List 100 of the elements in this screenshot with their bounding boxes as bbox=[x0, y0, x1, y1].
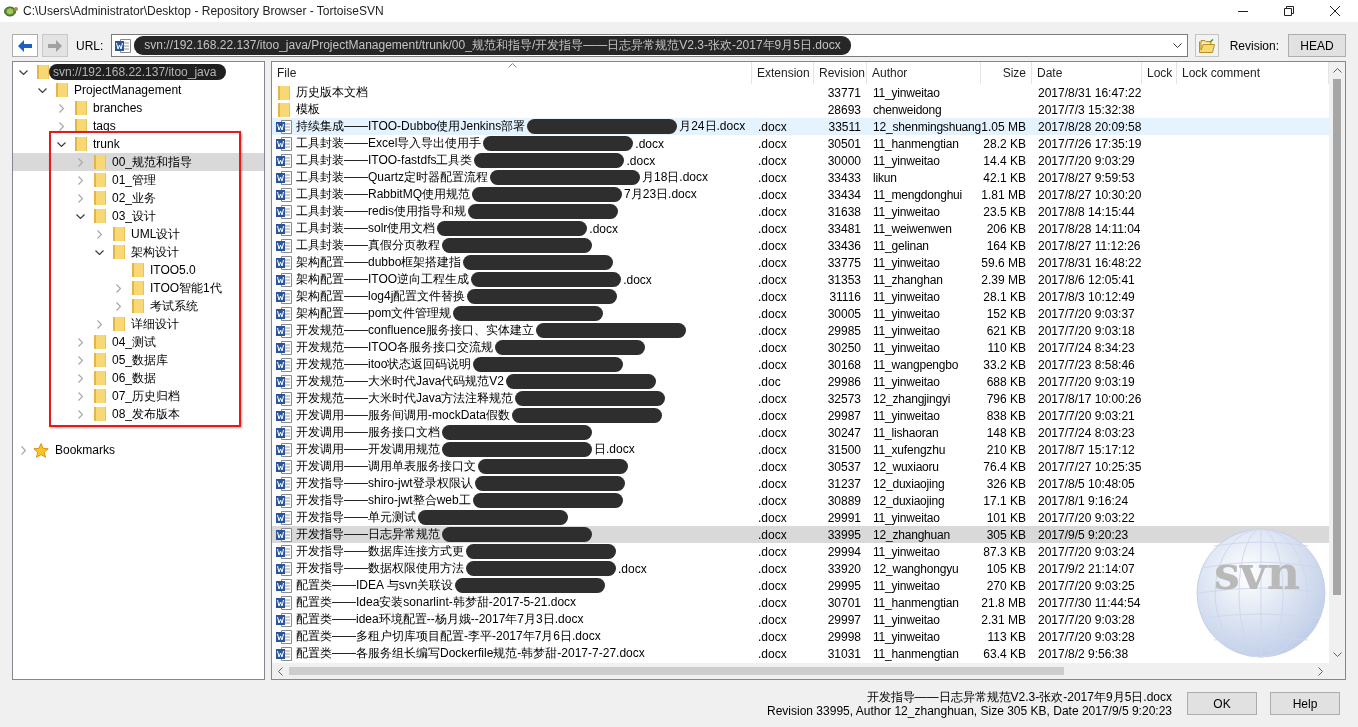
tree-item[interactable]: trunk bbox=[13, 135, 264, 153]
tree-item[interactable]: 00_规范和指导 bbox=[13, 153, 264, 171]
file-row[interactable]: 开发规范——confluence服务接口、实体建立 .docx 29985 11_yinweitao 621 KB 2017/7/20 9:03:18 bbox=[272, 322, 1329, 339]
tree-item[interactable]: 05_数据库 bbox=[13, 351, 264, 369]
file-row[interactable]: 开发调用——服务间调用-mockData假数 .docx 29987 11_yinweitao 838 KB 2017/7/20 9:03:21 bbox=[272, 407, 1329, 424]
file-row[interactable]: 配置类——idea环境配置--杨月娥--2017年7月3日.docx .docx 29997 11_yinweitao 2.31 MB 2017/7/20 9:03:28 bbox=[272, 611, 1329, 628]
chevron-right-icon[interactable] bbox=[77, 157, 83, 167]
tree-item[interactable]: ITOO5.0 bbox=[13, 261, 264, 279]
revision-button[interactable]: HEAD bbox=[1288, 34, 1346, 57]
chevron-right-icon[interactable] bbox=[77, 409, 83, 419]
tree-item[interactable]: ProjectManagement bbox=[13, 81, 264, 99]
vertical-scrollbar[interactable] bbox=[1329, 62, 1345, 663]
chevron-right-icon[interactable] bbox=[77, 391, 83, 401]
dialog-button[interactable]: Help bbox=[1270, 692, 1340, 715]
tree-item[interactable]: 架构设计 bbox=[13, 243, 264, 261]
file-row[interactable]: 架构配置——pom文件管理规 .docx 30005 11_yinweitao 152 KB 2017/7/20 9:03:37 bbox=[272, 305, 1329, 322]
file-row[interactable]: 配置类——各服务组长编写Dockerfile规范-韩梦甜-2017-7-27.docx .docx 31031 11_hanmengtian 63.4 KB 2017/8/2 9:56:38 bbox=[272, 645, 1329, 662]
file-row[interactable]: 开发规范——大米时代Java方法注释规范 .docx 32573 12_zhangjingyi 796 KB 2017/8/17 10:00:26 bbox=[272, 390, 1329, 407]
scrollbar-thumb[interactable] bbox=[1333, 79, 1341, 595]
file-name: .docx bbox=[635, 136, 665, 151]
tree-item[interactable]: 04_测试 bbox=[13, 333, 264, 351]
file-row[interactable]: 架构配置——dubbo框架搭建指 .docx 33775 11_yinweitao 59.6 MB 2017/8/31 16:48:22 bbox=[272, 254, 1329, 271]
file-row[interactable]: 持续集成——ITOO-Dubbo使用Jenkins部署 月24日.docx .docx 33511 12_shenmingshuang1.05 MB 2017/8/28 20:09:58 bbox=[272, 118, 1329, 135]
column-header[interactable]: Revision bbox=[814, 62, 867, 84]
tree-item[interactable]: 考试系统 bbox=[13, 297, 264, 315]
scroll-down-icon[interactable] bbox=[1332, 652, 1342, 657]
chevron-right-icon[interactable] bbox=[77, 193, 83, 203]
tree-item[interactable]: 06_数据 bbox=[13, 369, 264, 387]
chevron-right-icon[interactable] bbox=[77, 175, 83, 185]
chevron-right-icon[interactable] bbox=[77, 337, 83, 347]
column-header[interactable]: Extension bbox=[752, 62, 814, 84]
file-row[interactable]: 历史版本文档 33771 11_yinweitao 2017/8/31 16:47:22 bbox=[272, 84, 1329, 101]
date-cell: 2017/7/20 9:03:28 bbox=[1038, 629, 1135, 644]
file-row[interactable]: 架构配置——log4j配置文件替换 .docx 31116 11_yinweitao 28.1 KB 2017/8/3 10:12:49 bbox=[272, 288, 1329, 305]
date-cell: 2017/8/17 10:00:26 bbox=[1038, 391, 1142, 406]
chevron-down-icon[interactable] bbox=[56, 141, 66, 147]
chevron-right-icon[interactable] bbox=[58, 103, 64, 113]
file-row[interactable]: 开发指导——shiro-jwt整合web工 .docx 30889 12_duxiaojing 17.1 KB 2017/8/1 9:16:24 bbox=[272, 492, 1329, 509]
file-row[interactable]: 工具封装——ITOO-fastdfs工具类 .docx .docx 30000 11_yinweitao 14.4 KB 2017/7/20 9:03:29 bbox=[272, 152, 1329, 169]
tree-item[interactable]: UML设计 bbox=[13, 225, 264, 243]
chevron-right-icon[interactable] bbox=[77, 373, 83, 383]
file-row[interactable]: 配置类——Idea安装sonarlint-韩梦甜-2017-5-21.docx .docx 30701 11_hanmengtian 21.8 MB 2017/7/30 11:44:54 bbox=[272, 594, 1329, 611]
column-header[interactable]: File bbox=[272, 62, 752, 84]
scroll-right-icon[interactable] bbox=[1318, 666, 1323, 676]
size-cell: 87.3 KB bbox=[983, 544, 1026, 559]
tree-item[interactable]: 07_历史归档 bbox=[13, 387, 264, 405]
chevron-right-icon[interactable] bbox=[96, 229, 102, 239]
file-row[interactable]: 开发调用——调用单表服务接口文 .docx 30537 12_wuxiaoru 76.4 KB 2017/7/27 10:25:35 bbox=[272, 458, 1329, 475]
scroll-up-icon[interactable] bbox=[1332, 68, 1342, 73]
chevron-right-icon[interactable] bbox=[77, 355, 83, 365]
tree-item[interactable]: 详细设计 bbox=[13, 315, 264, 333]
back-button[interactable] bbox=[12, 34, 38, 57]
dropdown-caret-icon[interactable] bbox=[1172, 43, 1182, 48]
folder-button[interactable] bbox=[1194, 34, 1219, 57]
file-row[interactable]: 工具封装——redis使用指导和规 .docx 31638 11_yinweitao 23.5 KB 2017/8/8 14:15:44 bbox=[272, 203, 1329, 220]
file-row[interactable]: 模板 28693 chenweidong 2017/7/3 15:32:38 bbox=[272, 101, 1329, 118]
horizontal-scrollbar[interactable] bbox=[272, 663, 1329, 679]
tree-item[interactable]: 02_业务 bbox=[13, 189, 264, 207]
chevron-down-icon[interactable] bbox=[94, 249, 104, 255]
file-row[interactable]: 开发规范——itoo状态返回码说明 .docx 30168 11_wangpengbo 33.2 KB 2017/7/23 8:58:46 bbox=[272, 356, 1329, 373]
file-name: 开发调用——服务接口文档 bbox=[296, 424, 440, 441]
column-header[interactable]: Size bbox=[981, 62, 1032, 84]
file-row[interactable]: 开发调用——开发调用规范 日.docx .docx 31500 11_xufengzhu 210 KB 2017/8/7 15:17:12 bbox=[272, 441, 1329, 458]
url-field[interactable]: svn://192.168.22.137/itoo_java/ProjectManagement/trunk/00_规范和指导/开发指导——日志异常规范V2.3-张欢-2017年9月5日.docx bbox=[111, 34, 1188, 57]
status-text: 开发指导——日志异常规范V2.3-张欢-2017年9月5日.docx bbox=[866, 689, 1172, 704]
chevron-right-icon[interactable] bbox=[96, 319, 102, 329]
chevron-right-icon[interactable] bbox=[58, 121, 64, 131]
date-cell: 2017/8/5 10:48:05 bbox=[1038, 476, 1135, 491]
file-row[interactable]: 架构配置——ITOO逆向工程生成 .docx .docx 31353 11_zhanghan 2.39 MB 2017/8/6 12:05:41 bbox=[272, 271, 1329, 288]
file-row[interactable]: 开发指导——shiro-jwt登录权限认 .docx 31237 12_duxiaojing 326 KB 2017/8/5 10:48:05 bbox=[272, 475, 1329, 492]
chevron-down-icon[interactable] bbox=[75, 213, 85, 219]
tree-item[interactable]: 01_管理 bbox=[13, 171, 264, 189]
file-row[interactable]: 开发调用——服务接口文档 .docx 30247 11_lishaoran 148 KB 2017/7/24 8:03:23 bbox=[272, 424, 1329, 441]
column-header[interactable]: Author bbox=[867, 62, 981, 84]
tree-item[interactable]: Bookmarks bbox=[13, 441, 264, 459]
chevron-right-icon[interactable] bbox=[115, 301, 121, 311]
file-row[interactable]: 工具封装——Excel导入导出使用手 .docx .docx 30501 11_hanmengtian 28.2 KB 2017/7/26 17:35:19 bbox=[272, 135, 1329, 152]
chevron-right-icon[interactable] bbox=[20, 445, 26, 455]
chevron-down-icon[interactable] bbox=[37, 87, 47, 93]
tree-item[interactable]: branches bbox=[13, 99, 264, 117]
dialog-button[interactable]: OK bbox=[1187, 692, 1257, 715]
column-header[interactable]: Lock bbox=[1142, 62, 1177, 84]
file-row[interactable]: 工具封装——Quartz定时器配置流程 月18日.docx .docx 33433 likun 42.1 KB 2017/8/27 9:59:53 bbox=[272, 169, 1329, 186]
tree-item[interactable]: ITOO智能1代 bbox=[13, 279, 264, 297]
file-row[interactable]: 开发规范——ITOO各服务接口交流规 .docx 30250 11_yinweitao 110 KB 2017/7/24 8:34:23 bbox=[272, 339, 1329, 356]
file-row[interactable]: 工具封装——solr使用文档 .docx .docx 33481 11_weiwenwen 206 KB 2017/8/28 14:11:04 bbox=[272, 220, 1329, 237]
file-row[interactable]: 开发规范——大米时代Java代码规范V2 .doc 29986 11_yinweitao 688 KB 2017/7/20 9:03:19 bbox=[272, 373, 1329, 390]
file-row[interactable]: 工具封装——真假分页教程 .docx 33436 11_gelinan 164 KB 2017/8/27 11:12:26 bbox=[272, 237, 1329, 254]
tree-item[interactable]: 08_发布版本 bbox=[13, 405, 264, 423]
scrollbar-thumb[interactable] bbox=[289, 667, 1064, 675]
tree-item[interactable]: 03_设计 bbox=[13, 207, 264, 225]
file-row[interactable]: 开发指导——日志异常规范 .docx 33995 12_zhanghuan 305 KB 2017/9/5 9:20:23 bbox=[272, 526, 1329, 543]
column-header[interactable]: Date bbox=[1032, 62, 1142, 84]
scroll-left-icon[interactable] bbox=[278, 666, 283, 676]
chevron-right-icon[interactable] bbox=[115, 283, 121, 293]
file-row[interactable]: 开发指导——单元测试 .docx 29991 11_yinweitao 101 KB 2017/7/20 9:03:22 bbox=[272, 509, 1329, 526]
author-cell: 11_yinweitao bbox=[873, 306, 940, 321]
chevron-down-icon[interactable] bbox=[18, 69, 28, 75]
file-row[interactable]: 配置类——多租户切库项目配置-李平-2017年7月6日.docx .docx 29998 11_yinweitao 113 KB 2017/7/20 9:03:28 bbox=[272, 628, 1329, 645]
file-row[interactable]: 工具封装——RabbitMQ使用规范 7月23日.docx .docx 33434 11_mengdonghui 1.81 MB 2017/8/27 10:30:20 bbox=[272, 186, 1329, 203]
